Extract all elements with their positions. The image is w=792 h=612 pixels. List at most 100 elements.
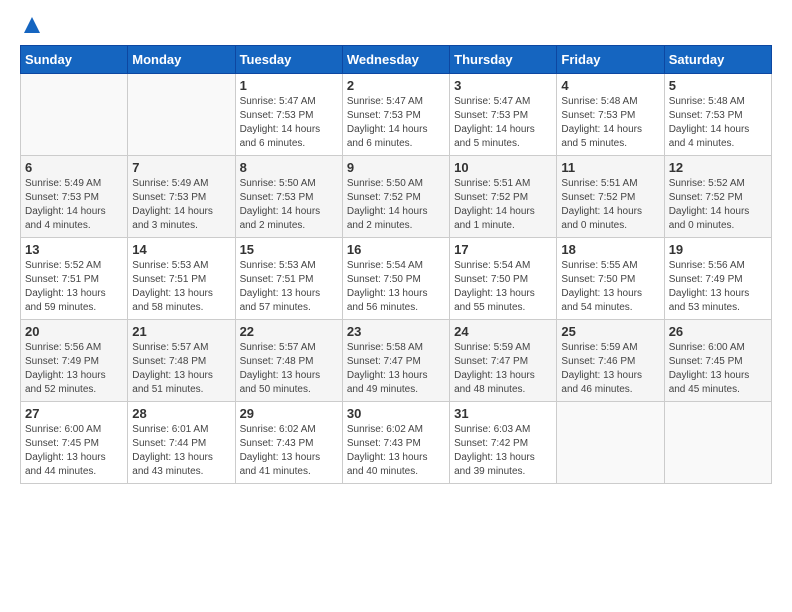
day-info: Sunrise: 6:01 AM Sunset: 7:44 PM Dayligh… (132, 423, 230, 479)
day-number: 6 (25, 160, 123, 175)
day-info: Sunrise: 5:53 AM Sunset: 7:51 PM Dayligh… (240, 259, 338, 315)
calendar-cell: 1 Sunrise: 5:47 AM Sunset: 7:53 PM Daylig… (235, 74, 342, 156)
calendar-cell: 10 Sunrise: 5:51 AM Sunset: 7:52 PM Dayli… (450, 156, 557, 238)
calendar-cell: 11 Sunrise: 5:51 AM Sunset: 7:52 PM Dayli… (557, 156, 664, 238)
calendar-cell: 31 Sunrise: 6:03 AM Sunset: 7:42 PM Dayli… (450, 402, 557, 484)
day-number: 24 (454, 324, 552, 339)
day-number: 5 (669, 78, 767, 93)
calendar-cell: 9 Sunrise: 5:50 AM Sunset: 7:52 PM Daylig… (342, 156, 449, 238)
day-info: Sunrise: 5:48 AM Sunset: 7:53 PM Dayligh… (669, 95, 767, 151)
calendar-header-wednesday: Wednesday (342, 46, 449, 74)
calendar-cell: 24 Sunrise: 5:59 AM Sunset: 7:47 PM Dayli… (450, 320, 557, 402)
day-number: 3 (454, 78, 552, 93)
day-info: Sunrise: 6:03 AM Sunset: 7:42 PM Dayligh… (454, 423, 552, 479)
calendar-cell: 12 Sunrise: 5:52 AM Sunset: 7:52 PM Dayli… (664, 156, 771, 238)
day-info: Sunrise: 6:00 AM Sunset: 7:45 PM Dayligh… (25, 423, 123, 479)
day-info: Sunrise: 6:00 AM Sunset: 7:45 PM Dayligh… (669, 341, 767, 397)
day-info: Sunrise: 5:57 AM Sunset: 7:48 PM Dayligh… (132, 341, 230, 397)
day-number: 14 (132, 242, 230, 257)
day-number: 2 (347, 78, 445, 93)
day-info: Sunrise: 6:02 AM Sunset: 7:43 PM Dayligh… (347, 423, 445, 479)
calendar-cell: 4Sunrise: 5:48 AM Sunset: 7:53 PM Daylig… (557, 74, 664, 156)
calendar-header-friday: Friday (557, 46, 664, 74)
day-info: Sunrise: 5:59 AM Sunset: 7:46 PM Dayligh… (561, 341, 659, 397)
calendar-week-row: 13 Sunrise: 5:52 AM Sunset: 7:51 PM Dayli… (21, 238, 772, 320)
day-number: 23 (347, 324, 445, 339)
calendar-cell: 20Sunrise: 5:56 AM Sunset: 7:49 PM Dayli… (21, 320, 128, 402)
day-info: Sunrise: 5:56 AM Sunset: 7:49 PM Dayligh… (669, 259, 767, 315)
day-number: 26 (669, 324, 767, 339)
day-info: Sunrise: 5:50 AM Sunset: 7:53 PM Dayligh… (240, 177, 338, 233)
calendar-week-row: 1 Sunrise: 5:47 AM Sunset: 7:53 PM Daylig… (21, 74, 772, 156)
day-number: 12 (669, 160, 767, 175)
calendar-header-row: SundayMondayTuesdayWednesdayThursdayFrid… (21, 46, 772, 74)
day-info: Sunrise: 5:53 AM Sunset: 7:51 PM Dayligh… (132, 259, 230, 315)
calendar-cell (664, 402, 771, 484)
day-info: Sunrise: 5:47 AM Sunset: 7:53 PM Dayligh… (347, 95, 445, 151)
day-info: Sunrise: 5:55 AM Sunset: 7:50 PM Dayligh… (561, 259, 659, 315)
calendar-cell: 8 Sunrise: 5:50 AM Sunset: 7:53 PM Daylig… (235, 156, 342, 238)
day-info: Sunrise: 6:02 AM Sunset: 7:43 PM Dayligh… (240, 423, 338, 479)
calendar-header-saturday: Saturday (664, 46, 771, 74)
day-info: Sunrise: 5:52 AM Sunset: 7:51 PM Dayligh… (25, 259, 123, 315)
calendar-header-sunday: Sunday (21, 46, 128, 74)
day-number: 9 (347, 160, 445, 175)
calendar-cell: 23 Sunrise: 5:58 AM Sunset: 7:47 PM Dayli… (342, 320, 449, 402)
calendar-cell: 3 Sunrise: 5:47 AM Sunset: 7:53 PM Daylig… (450, 74, 557, 156)
day-number: 29 (240, 406, 338, 421)
calendar-cell (557, 402, 664, 484)
day-info: Sunrise: 5:47 AM Sunset: 7:53 PM Dayligh… (454, 95, 552, 151)
day-info: Sunrise: 5:49 AM Sunset: 7:53 PM Dayligh… (132, 177, 230, 233)
calendar-week-row: 20Sunrise: 5:56 AM Sunset: 7:49 PM Dayli… (21, 320, 772, 402)
day-number: 8 (240, 160, 338, 175)
day-info: Sunrise: 5:50 AM Sunset: 7:52 PM Dayligh… (347, 177, 445, 233)
calendar-cell: 6 Sunrise: 5:49 AM Sunset: 7:53 PM Daylig… (21, 156, 128, 238)
page-header (20, 20, 772, 35)
day-info: Sunrise: 5:54 AM Sunset: 7:50 PM Dayligh… (454, 259, 552, 315)
day-info: Sunrise: 5:49 AM Sunset: 7:53 PM Dayligh… (25, 177, 123, 233)
day-number: 15 (240, 242, 338, 257)
calendar-cell: 27 Sunrise: 6:00 AM Sunset: 7:45 PM Dayli… (21, 402, 128, 484)
day-number: 16 (347, 242, 445, 257)
day-number: 21 (132, 324, 230, 339)
calendar-cell: 21 Sunrise: 5:57 AM Sunset: 7:48 PM Dayli… (128, 320, 235, 402)
day-number: 31 (454, 406, 552, 421)
day-info: Sunrise: 5:52 AM Sunset: 7:52 PM Dayligh… (669, 177, 767, 233)
day-number: 25 (561, 324, 659, 339)
calendar-cell: 25 Sunrise: 5:59 AM Sunset: 7:46 PM Dayli… (557, 320, 664, 402)
logo (20, 20, 42, 35)
calendar-cell: 29 Sunrise: 6:02 AM Sunset: 7:43 PM Dayli… (235, 402, 342, 484)
calendar-cell: 19 Sunrise: 5:56 AM Sunset: 7:49 PM Dayli… (664, 238, 771, 320)
day-info: Sunrise: 5:51 AM Sunset: 7:52 PM Dayligh… (561, 177, 659, 233)
calendar-cell: 16 Sunrise: 5:54 AM Sunset: 7:50 PM Dayli… (342, 238, 449, 320)
day-number: 4 (561, 78, 659, 93)
calendar-cell: 22Sunrise: 5:57 AM Sunset: 7:48 PM Dayli… (235, 320, 342, 402)
day-number: 10 (454, 160, 552, 175)
logo-icon (22, 15, 42, 35)
day-info: Sunrise: 5:59 AM Sunset: 7:47 PM Dayligh… (454, 341, 552, 397)
day-info: Sunrise: 5:56 AM Sunset: 7:49 PM Dayligh… (25, 341, 123, 397)
day-info: Sunrise: 5:54 AM Sunset: 7:50 PM Dayligh… (347, 259, 445, 315)
day-number: 19 (669, 242, 767, 257)
calendar-cell: 26 Sunrise: 6:00 AM Sunset: 7:45 PM Dayli… (664, 320, 771, 402)
calendar-cell: 15 Sunrise: 5:53 AM Sunset: 7:51 PM Dayli… (235, 238, 342, 320)
calendar-cell (21, 74, 128, 156)
day-number: 27 (25, 406, 123, 421)
day-number: 11 (561, 160, 659, 175)
calendar-cell: 13 Sunrise: 5:52 AM Sunset: 7:51 PM Dayli… (21, 238, 128, 320)
day-number: 18 (561, 242, 659, 257)
calendar-header-thursday: Thursday (450, 46, 557, 74)
day-info: Sunrise: 5:47 AM Sunset: 7:53 PM Dayligh… (240, 95, 338, 151)
calendar-cell (128, 74, 235, 156)
day-number: 28 (132, 406, 230, 421)
day-number: 17 (454, 242, 552, 257)
day-number: 1 (240, 78, 338, 93)
calendar-cell: 14 Sunrise: 5:53 AM Sunset: 7:51 PM Dayli… (128, 238, 235, 320)
calendar-cell: 7Sunrise: 5:49 AM Sunset: 7:53 PM Daylig… (128, 156, 235, 238)
day-number: 22 (240, 324, 338, 339)
day-info: Sunrise: 5:58 AM Sunset: 7:47 PM Dayligh… (347, 341, 445, 397)
day-info: Sunrise: 5:51 AM Sunset: 7:52 PM Dayligh… (454, 177, 552, 233)
calendar-cell: 5 Sunrise: 5:48 AM Sunset: 7:53 PM Daylig… (664, 74, 771, 156)
calendar-cell: 30Sunrise: 6:02 AM Sunset: 7:43 PM Dayli… (342, 402, 449, 484)
day-number: 13 (25, 242, 123, 257)
